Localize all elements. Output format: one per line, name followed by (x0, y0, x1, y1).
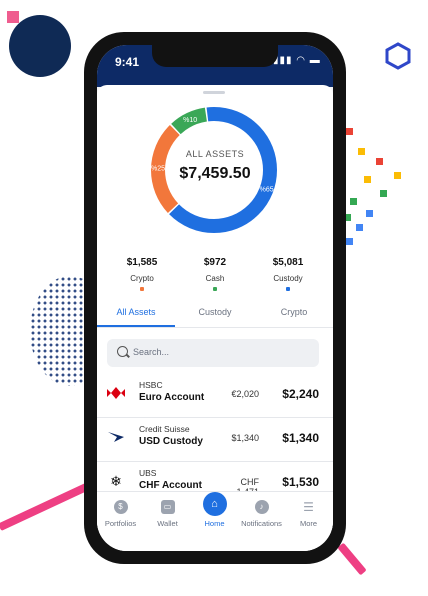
phone-notch (152, 45, 278, 67)
decor-confetti (350, 198, 357, 205)
nav-label: Portfolios (104, 519, 137, 528)
nav-label: More (299, 519, 318, 528)
stat-value: $972 (203, 257, 227, 268)
bank-name: Credit Suisse (139, 424, 190, 434)
decor-confetti (346, 128, 353, 135)
search-placeholder: Search... (133, 347, 170, 357)
account-name: CHF Account (139, 480, 202, 491)
stat-crypto: $1,585 Crypto (103, 257, 181, 291)
decor-confetti (366, 210, 373, 217)
total-value: $7,459.50 (179, 165, 251, 182)
tab-all-assets[interactable]: All Assets (97, 307, 175, 317)
account-name: USD Custody (139, 436, 203, 447)
account-row[interactable]: Credit Suisse USD Custody $1,340 $1,340 (97, 417, 333, 462)
ubs-logo-icon: ❄ (110, 473, 122, 489)
decor-confetti (376, 158, 383, 165)
home-icon: ⌂ (202, 492, 227, 516)
decor-pink-square (7, 11, 19, 23)
nav-home[interactable]: ⌂ Home (191, 492, 238, 528)
legend-dot (140, 287, 144, 291)
bank-name: UBS (139, 468, 157, 478)
wallet-icon: ▭ (160, 500, 175, 514)
usd-amount: $1,530 (282, 475, 319, 489)
decor-confetti (364, 176, 371, 183)
total-label: ALL ASSETS (185, 149, 245, 159)
nav-notifications[interactable]: ♪ Notifications (238, 492, 285, 528)
decor-confetti (356, 224, 363, 231)
decor-confetti (346, 238, 353, 245)
bottom-nav: $ Portfolios ▭ Wallet ⌂ Home ♪ Notificat… (97, 491, 333, 551)
portfolio-icon: $ (113, 500, 128, 514)
decor-confetti (358, 148, 365, 155)
stat-label: Crypto (130, 274, 154, 283)
stat-value: $1,585 (126, 257, 158, 268)
active-tab-indicator (97, 325, 175, 327)
legend-dot (213, 287, 217, 291)
decor-pink-stroke (337, 542, 367, 576)
decor-navy-circle (9, 15, 71, 77)
donut-percent-label: %10 (183, 117, 197, 124)
tab-crypto[interactable]: Crypto (255, 307, 333, 317)
nav-wallet[interactable]: ▭ Wallet (144, 492, 191, 528)
assets-sheet: %65 %25 %10 ALL ASSETS $7,459.50 $1,585 Cr… (97, 85, 333, 551)
menu-icon: ☰ (303, 500, 314, 514)
stat-label: Cash (205, 274, 225, 283)
drag-handle[interactable] (203, 91, 225, 94)
usd-amount: $1,340 (282, 431, 319, 445)
account-name: Euro Account (139, 392, 205, 403)
hsbc-logo-icon (107, 387, 125, 399)
account-row[interactable]: HSBC Euro Account €2,020 $2,240 (97, 373, 333, 418)
nav-label: Home (204, 519, 225, 528)
donut-percent-label: %65 (260, 186, 274, 193)
nav-label: Notifications (241, 519, 282, 528)
bank-name: HSBC (139, 380, 163, 390)
status-icons: ▮▮▮ ◠ ▬ (273, 55, 321, 66)
decor-confetti (394, 172, 401, 179)
tab-custody[interactable]: Custody (176, 307, 254, 317)
stat-custody: $5,081 Custody (249, 257, 327, 291)
decor-hexagon (385, 42, 411, 70)
stat-value: $5,081 (272, 257, 304, 268)
bell-icon: ♪ (254, 500, 269, 514)
original-amount: $1,340 (231, 433, 259, 443)
nav-more[interactable]: ☰ More (285, 492, 332, 528)
asset-tabs: All Assets Custody Crypto (97, 303, 333, 328)
phone-screen: 9:41 ▮▮▮ ◠ ▬ %65 %25 %10 ALL ASSETS $7,459… (97, 45, 333, 551)
search-input[interactable]: Search... (107, 339, 319, 367)
nav-label: Wallet (157, 519, 178, 528)
nav-portfolios[interactable]: $ Portfolios (97, 492, 144, 528)
decor-confetti (380, 190, 387, 197)
stat-cash: $972 Cash (176, 257, 254, 291)
legend-dot (286, 287, 290, 291)
credit-suisse-logo-icon (108, 432, 124, 442)
stat-label: Custody (273, 274, 303, 283)
original-amount: €2,020 (231, 389, 259, 399)
search-icon (117, 346, 128, 357)
status-time: 9:41 (115, 55, 140, 69)
usd-amount: $2,240 (282, 387, 319, 401)
